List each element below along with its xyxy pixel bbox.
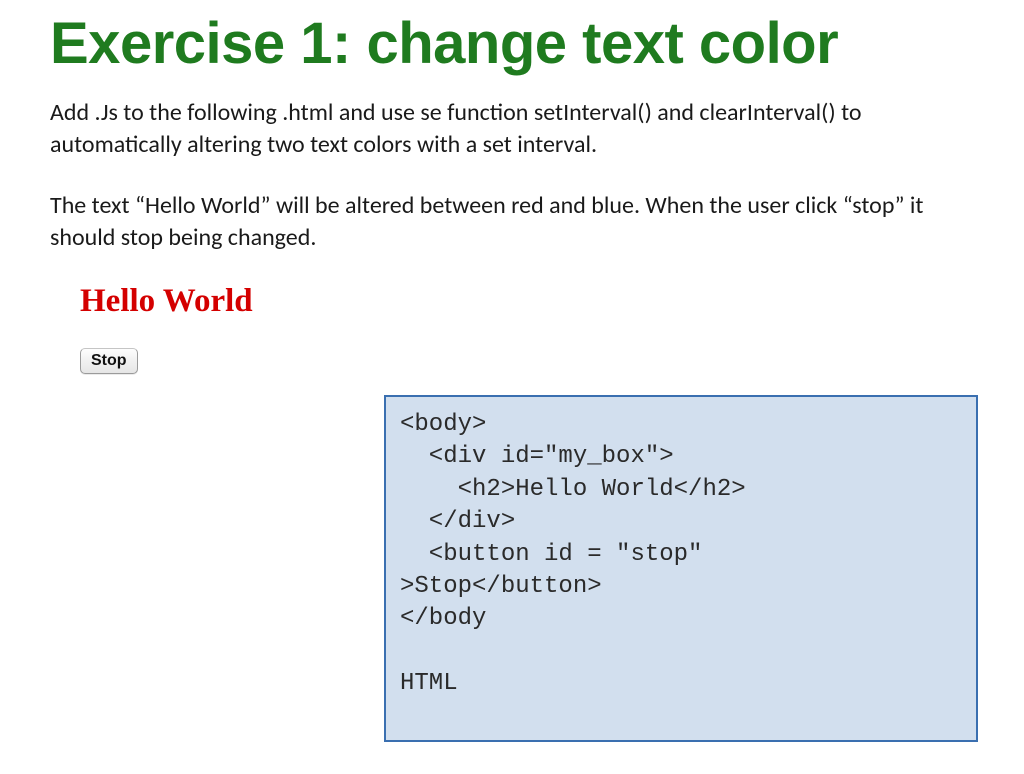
stop-button[interactable]: Stop: [80, 348, 138, 374]
paragraph-1: Add .Js to the following .html and use s…: [50, 97, 974, 162]
example-rendering: Hello World Stop: [80, 283, 974, 374]
slide-title: Exercise 1: change text color: [50, 10, 974, 77]
hello-world-text: Hello World: [80, 283, 974, 320]
code-snippet-box: <body> <div id="my_box"> <h2>Hello World…: [384, 395, 978, 742]
code-snippet: <body> <div id="my_box"> <h2>Hello World…: [400, 409, 962, 701]
paragraph-2: The text “Hello World” will be altered b…: [50, 190, 974, 255]
